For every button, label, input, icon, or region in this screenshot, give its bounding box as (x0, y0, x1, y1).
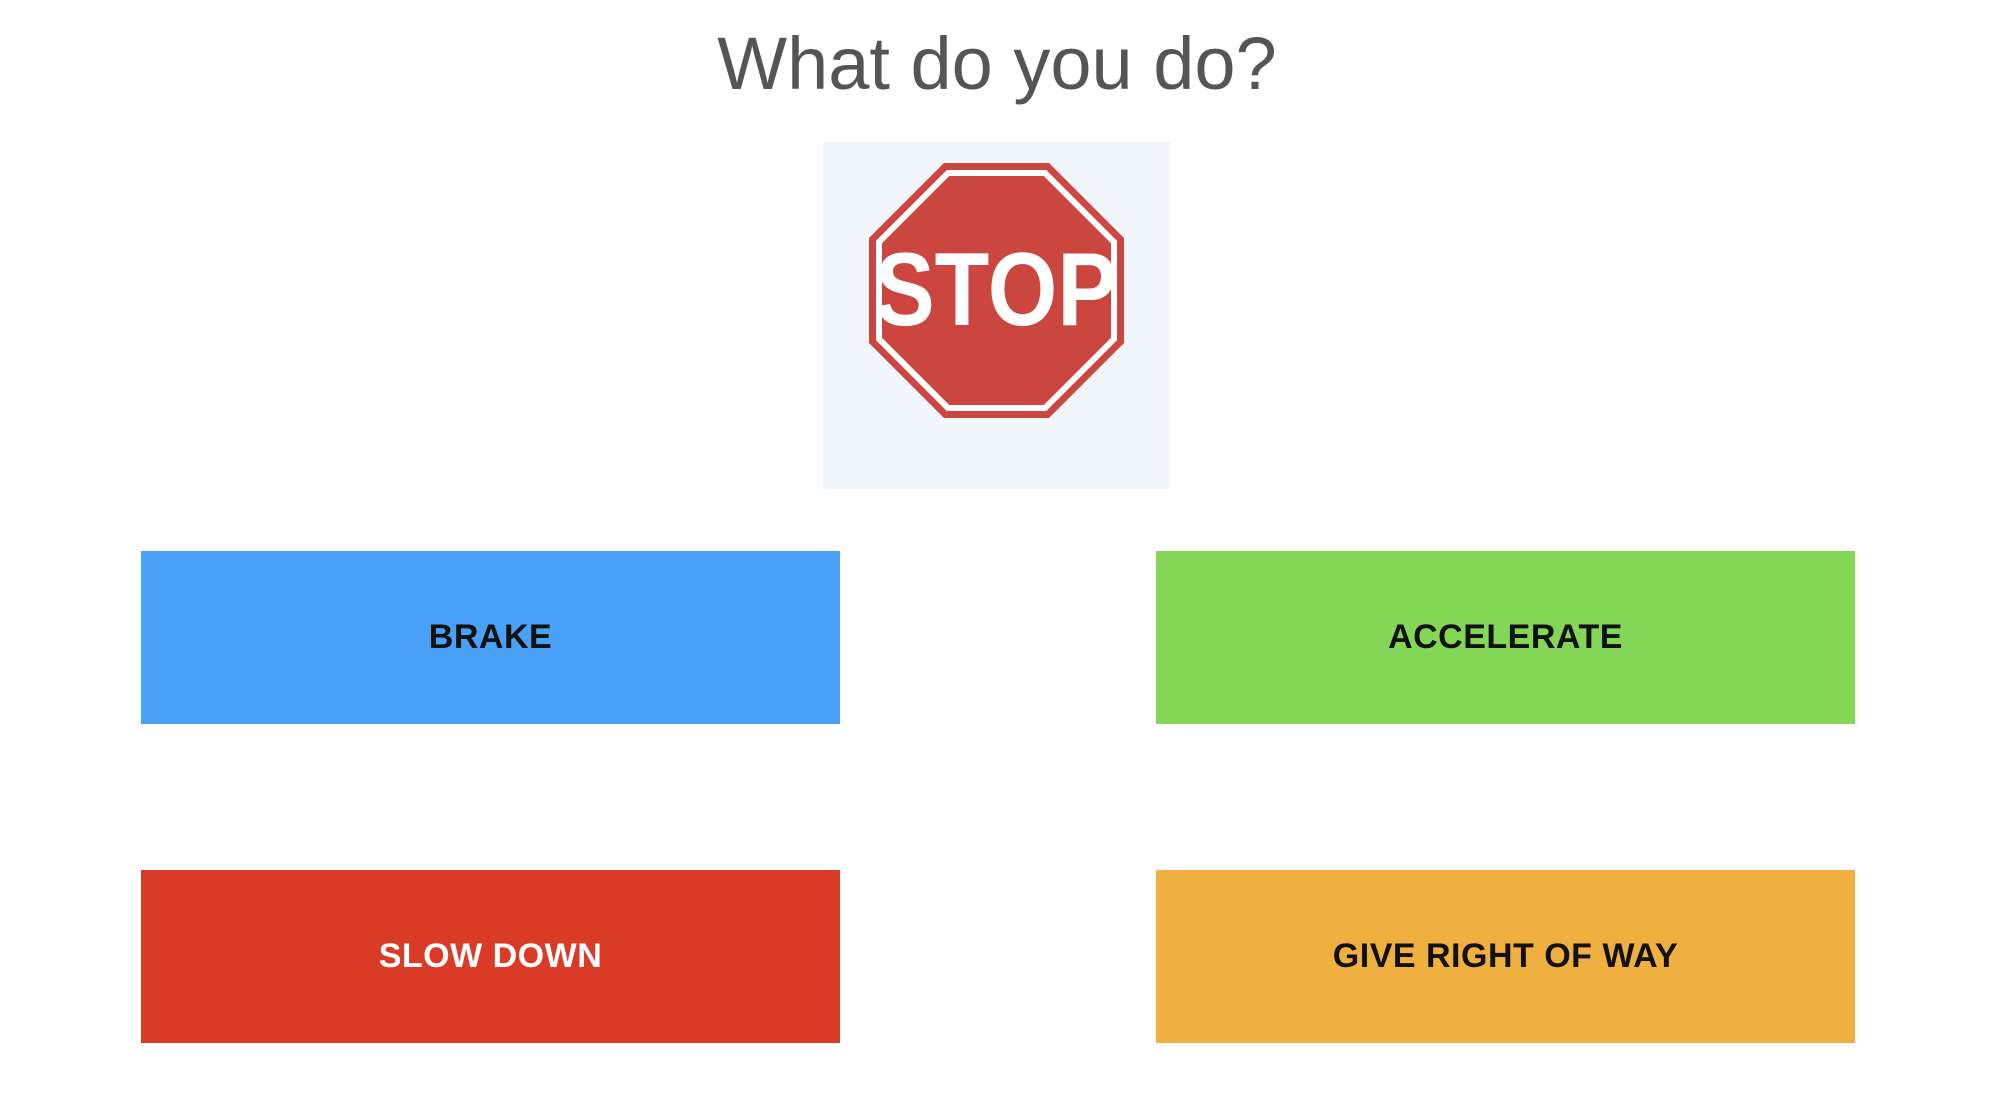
slow-down-button[interactable]: SLOW DOWN (141, 870, 840, 1043)
question-heading: What do you do? (717, 22, 1277, 105)
give-right-of-way-button-label: GIVE RIGHT OF WAY (1332, 937, 1679, 975)
stop-sign-image: STOP (823, 142, 1170, 489)
slow-down-button-label: SLOW DOWN (378, 937, 603, 975)
accelerate-button[interactable]: ACCELERATE (1156, 551, 1855, 724)
give-right-of-way-button[interactable]: GIVE RIGHT OF WAY (1156, 870, 1855, 1043)
stop-sign-icon: STOP (869, 163, 1124, 418)
accelerate-button-label: ACCELERATE (1388, 618, 1623, 656)
stop-sign-text: STOP (875, 232, 1117, 348)
brake-button[interactable]: BRAKE (141, 551, 840, 724)
brake-button-label: BRAKE (428, 618, 553, 656)
